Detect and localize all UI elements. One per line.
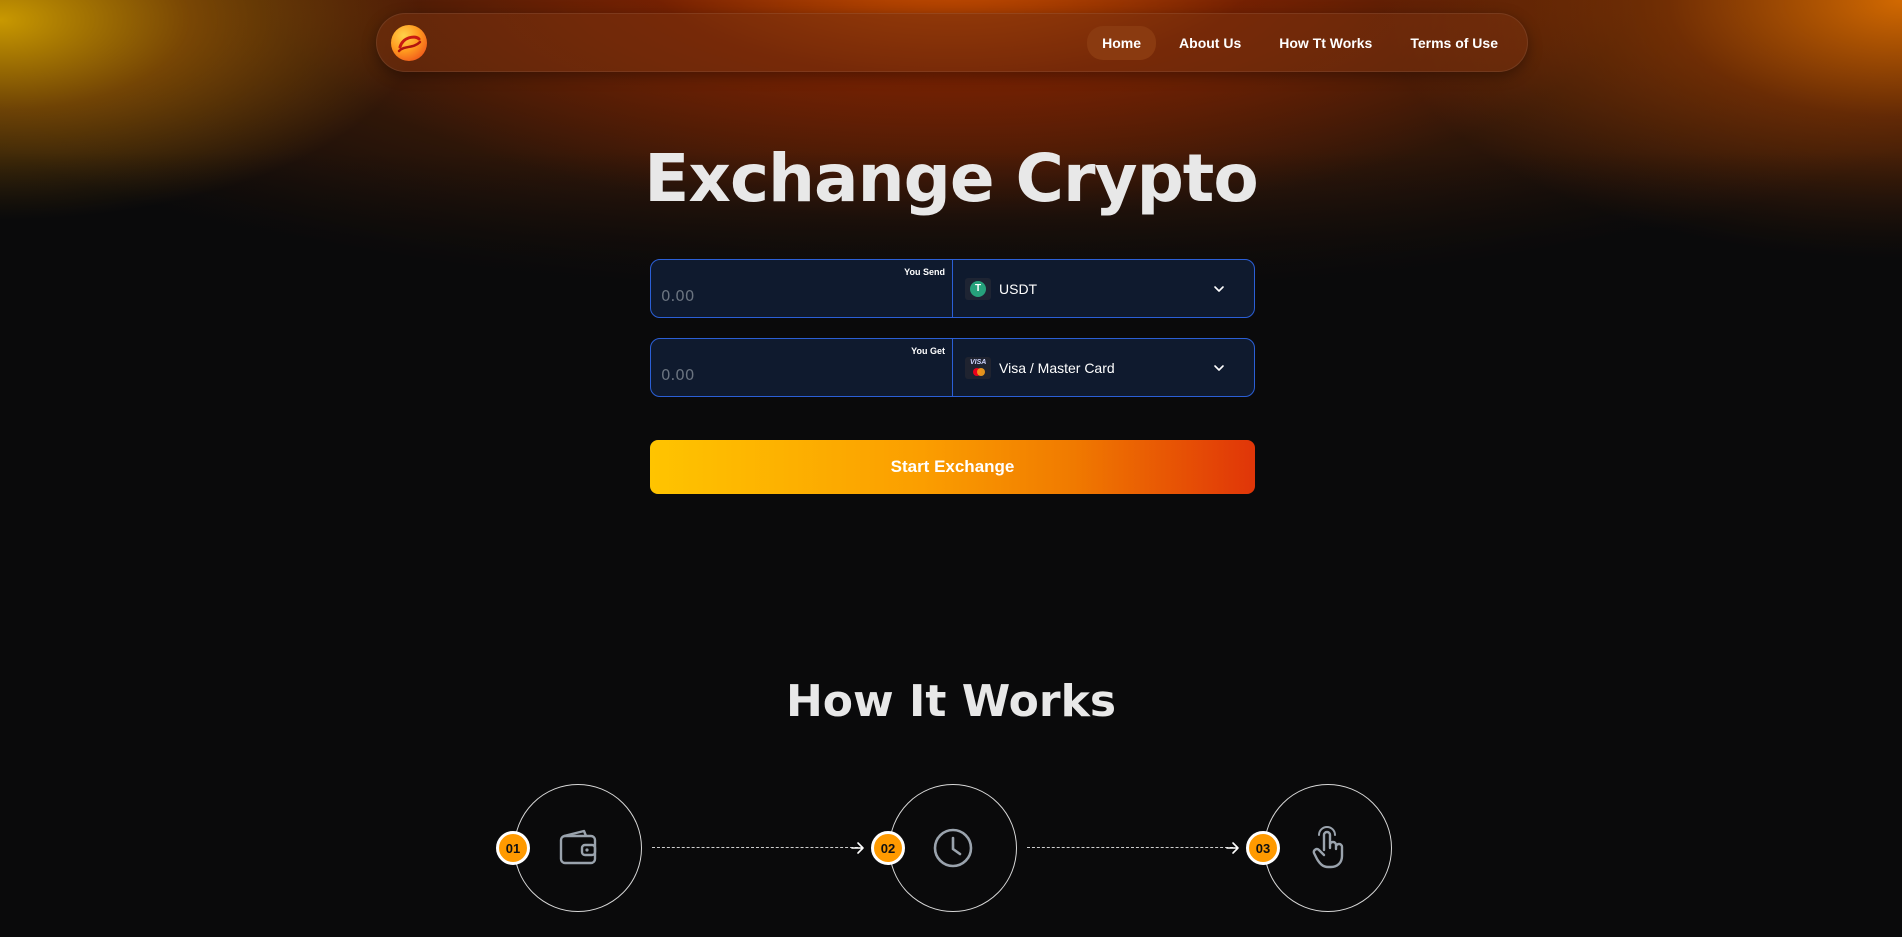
chevron-down-icon [1214, 364, 1224, 371]
send-amount-container: You Send [651, 260, 953, 317]
get-amount-container: You Get [651, 339, 953, 396]
get-row: You Get VISA Visa / Master Card [650, 338, 1255, 397]
nav-link-how-it-works[interactable]: How Tt Works [1264, 26, 1387, 60]
wallet-icon [559, 829, 597, 865]
clock-icon [933, 828, 973, 868]
chevron-down-icon [1214, 285, 1224, 292]
tether-icon: T [965, 277, 991, 300]
arrow-right-icon [1226, 842, 1239, 854]
start-exchange-button[interactable]: Start Exchange [650, 440, 1255, 494]
step-connector-2 [1027, 847, 1233, 849]
step-3-badge: 03 [1246, 831, 1280, 865]
step-connector-1 [652, 847, 858, 849]
step-2-circle [889, 784, 1017, 912]
visa-mastercard-icon: VISA [965, 356, 991, 379]
send-row: You Send T USDT [650, 259, 1255, 318]
step-3-circle [1264, 784, 1392, 912]
nav-link-home[interactable]: Home [1087, 25, 1157, 60]
step-2-badge: 02 [871, 831, 905, 865]
arrow-right-icon [851, 842, 864, 854]
logo[interactable] [391, 24, 427, 61]
nav-link-about-us[interactable]: About Us [1164, 26, 1256, 60]
step-1-badge: 01 [496, 831, 530, 865]
step-1-circle [514, 784, 642, 912]
nav-links: Home About Us How Tt Works Terms of Use [1087, 25, 1513, 60]
send-currency-label: USDT [999, 280, 1038, 297]
send-currency-select[interactable]: T USDT [953, 260, 1254, 317]
top-navigation-bar: Home About Us How Tt Works Terms of Use [376, 13, 1528, 72]
get-amount-input[interactable] [651, 339, 952, 396]
get-amount-label: You Get [911, 346, 945, 356]
hand-pointer-icon [1312, 826, 1344, 869]
get-currency-select[interactable]: VISA Visa / Master Card [953, 339, 1254, 396]
page-title: Exchange Crypto [644, 140, 1258, 217]
logo-swirl-icon [397, 35, 422, 52]
how-it-works-title: How It Works [785, 676, 1117, 727]
send-amount-label: You Send [904, 267, 945, 277]
get-currency-label: Visa / Master Card [999, 359, 1115, 376]
nav-link-terms-of-use[interactable]: Terms of Use [1395, 26, 1513, 60]
